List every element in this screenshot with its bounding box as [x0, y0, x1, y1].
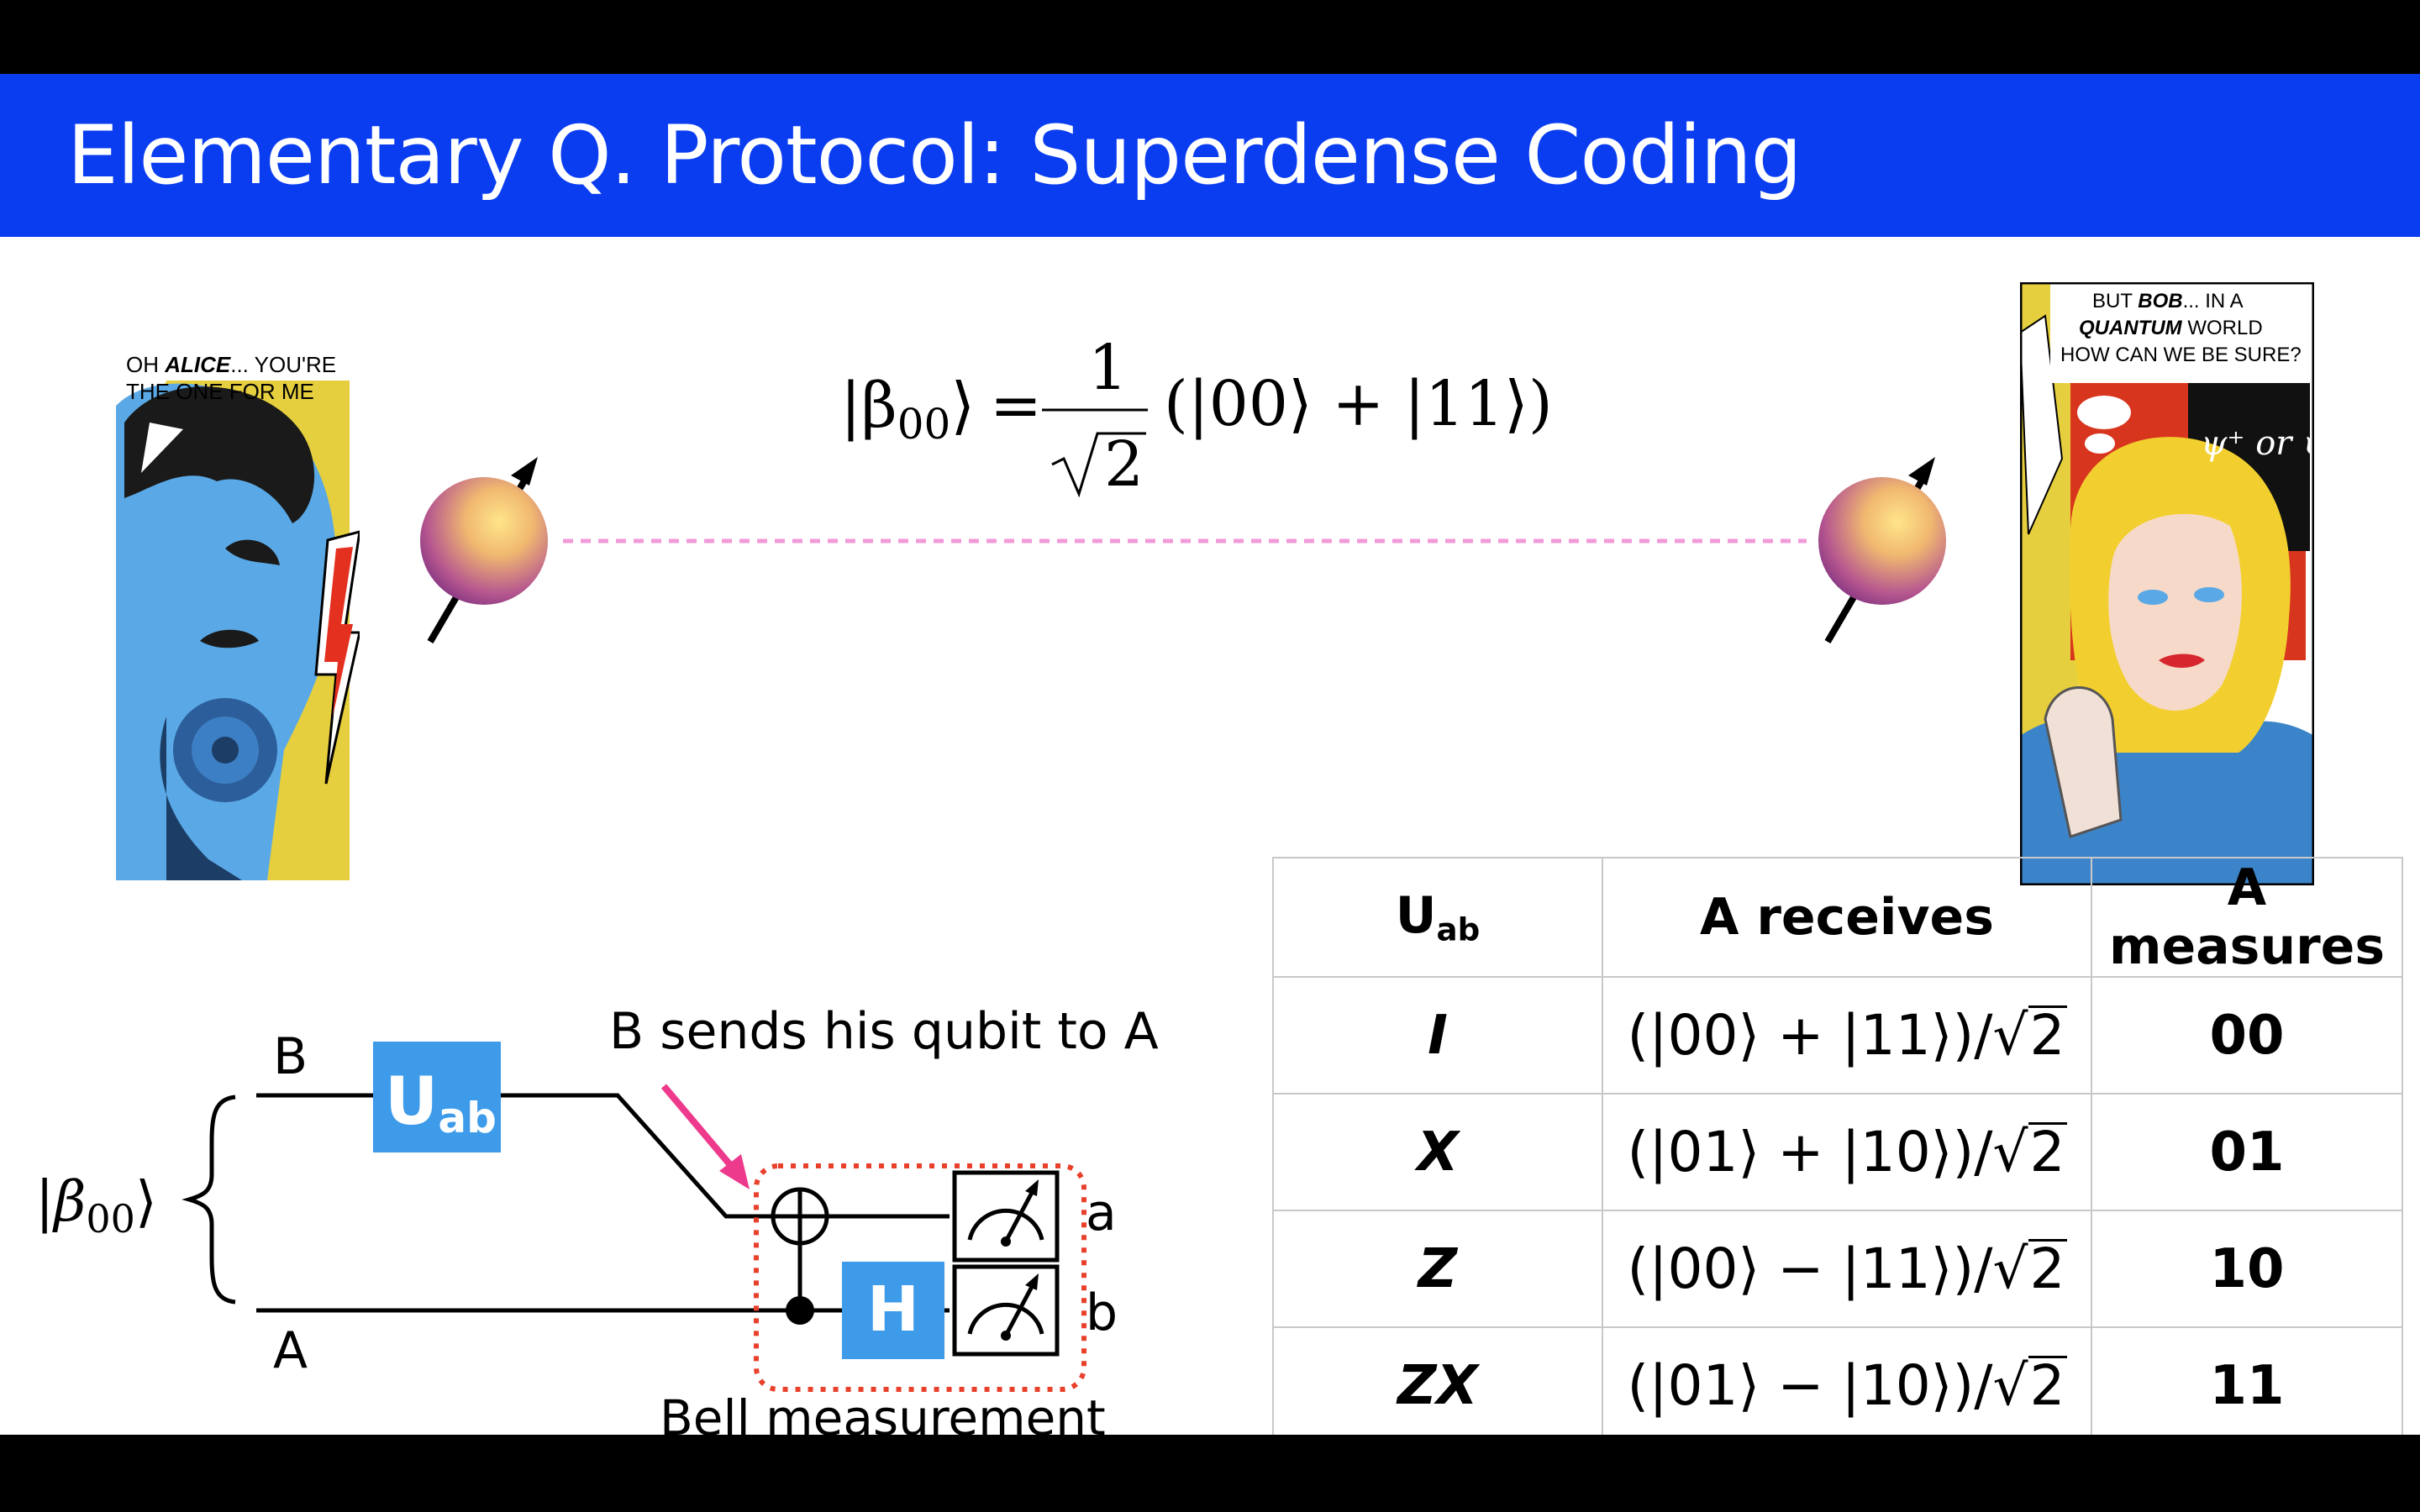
u-gate-label: U: [385, 1064, 438, 1140]
bob-thought: ψ⁺ or ψ⁻ ?: [2201, 424, 2314, 463]
row-state: (|00⟩ + |11⟩)/√2: [1602, 976, 2092, 1095]
alice-speech-post: ... YOU'RE: [230, 352, 336, 377]
meter-icon-top: [952, 1170, 1060, 1263]
header-measures: A measures: [2091, 857, 2403, 978]
table-header-row: Uab A receives A measures: [1272, 857, 2403, 978]
cnot-control-dot: [786, 1296, 814, 1325]
eq-numerator: 1: [1088, 332, 1128, 404]
svg-text:QUANTUM WORLD: QUANTUM WORLD: [2079, 317, 2263, 339]
header-operation: Uab: [1272, 857, 1603, 978]
input-brace: [182, 1095, 236, 1305]
bell-measurement-label: Bell measurement: [660, 1389, 1106, 1435]
slide-title: Elementary Q. Protocol: Superdense Codin…: [67, 108, 1802, 202]
table-row: X (|01⟩ + |10⟩)/√2 01: [1272, 1093, 2403, 1211]
bob-speech-post: ... IN A: [2183, 290, 2244, 312]
meter-icon-bottom: [952, 1264, 1060, 1357]
bob-speech-line3: HOW CAN WE BE SURE?: [2060, 344, 2302, 366]
bob-speech-pre: BUT: [2092, 290, 2138, 312]
slide: Elementary Q. Protocol: Superdense Codin…: [0, 74, 2420, 1435]
svg-text:OH ALICE... YOU'RE: OH ALICE... YOU'RE: [126, 352, 336, 377]
comic-panel-right: ψ⁺ or ψ⁻ ? BUT BOB... IN A QUANTUM WORLD…: [2020, 282, 2314, 885]
alice-speech-name: ALICE: [164, 352, 231, 377]
superdense-circuit: |β00⟩ B A Uab B sends his qubit to A H a…: [35, 1002, 1159, 1435]
row-state: (|00⟩ − |11⟩)/√2: [1602, 1210, 2092, 1328]
wire-a-label: A: [273, 1321, 308, 1380]
comic-panel-left: OH ALICE... YOU'RE THE ONE FOR ME: [116, 280, 360, 880]
row-operation: I: [1272, 976, 1603, 1095]
row-state: (|01⟩ + |10⟩)/√2: [1602, 1093, 2092, 1211]
h-gate-label: H: [867, 1273, 919, 1346]
row-bits: 10: [2091, 1210, 2403, 1328]
bob-speech-quantum: QUANTUM: [2079, 317, 2183, 339]
entangled-pair: [420, 457, 1946, 644]
row-state: (|01⟩ − |10⟩)/√2: [1602, 1326, 2092, 1435]
row-bits: 11: [2091, 1326, 2403, 1435]
qubit-sphere-bob: [1818, 457, 1946, 644]
annotation-arrow: [660, 1084, 734, 1168]
u-gate-sub: ab: [438, 1094, 497, 1142]
header-receives: A receives: [1602, 857, 2092, 978]
output-a-label: a: [1086, 1184, 1117, 1242]
svg-text:|β00⟩: |β00⟩: [35, 1169, 157, 1242]
output-b-label: b: [1086, 1284, 1118, 1342]
encoding-table: Uab A receives A measures I (|00⟩ + |11⟩…: [1272, 857, 2403, 1435]
row-bits: 01: [2091, 1093, 2403, 1211]
alice-speech-pre: OH: [126, 352, 165, 377]
row-operation: Z: [1272, 1210, 1603, 1328]
svg-text:BUT BOB... IN A: BUT BOB... IN A: [2092, 290, 2244, 312]
bob-speech-world: WORLD: [2182, 317, 2263, 339]
table-row: I (|00⟩ + |11⟩)/√2 00: [1272, 976, 2403, 1095]
title-bar: Elementary Q. Protocol: Superdense Codin…: [0, 74, 2420, 237]
row-operation: ZX: [1272, 1326, 1603, 1435]
input-state-sub: 00: [86, 1196, 135, 1242]
wire-b-label: B: [273, 1027, 308, 1086]
alice-speech-line2: THE ONE FOR ME: [126, 379, 314, 404]
qubit-sphere-alice: [420, 457, 548, 644]
table-row: Z (|00⟩ − |11⟩)/√2 10: [1272, 1210, 2403, 1328]
row-bits: 00: [2091, 976, 2403, 1095]
bob-speech-name: BOB: [2138, 290, 2182, 312]
table-row: ZX (|01⟩ − |10⟩)/√2 11: [1272, 1326, 2403, 1435]
input-state-close: ⟩: [135, 1169, 157, 1234]
input-state: |β: [35, 1169, 86, 1234]
annotation-text: B sends his qubit to A: [609, 1002, 1159, 1061]
wire-b: [256, 1093, 950, 1219]
row-operation: X: [1272, 1093, 1603, 1211]
